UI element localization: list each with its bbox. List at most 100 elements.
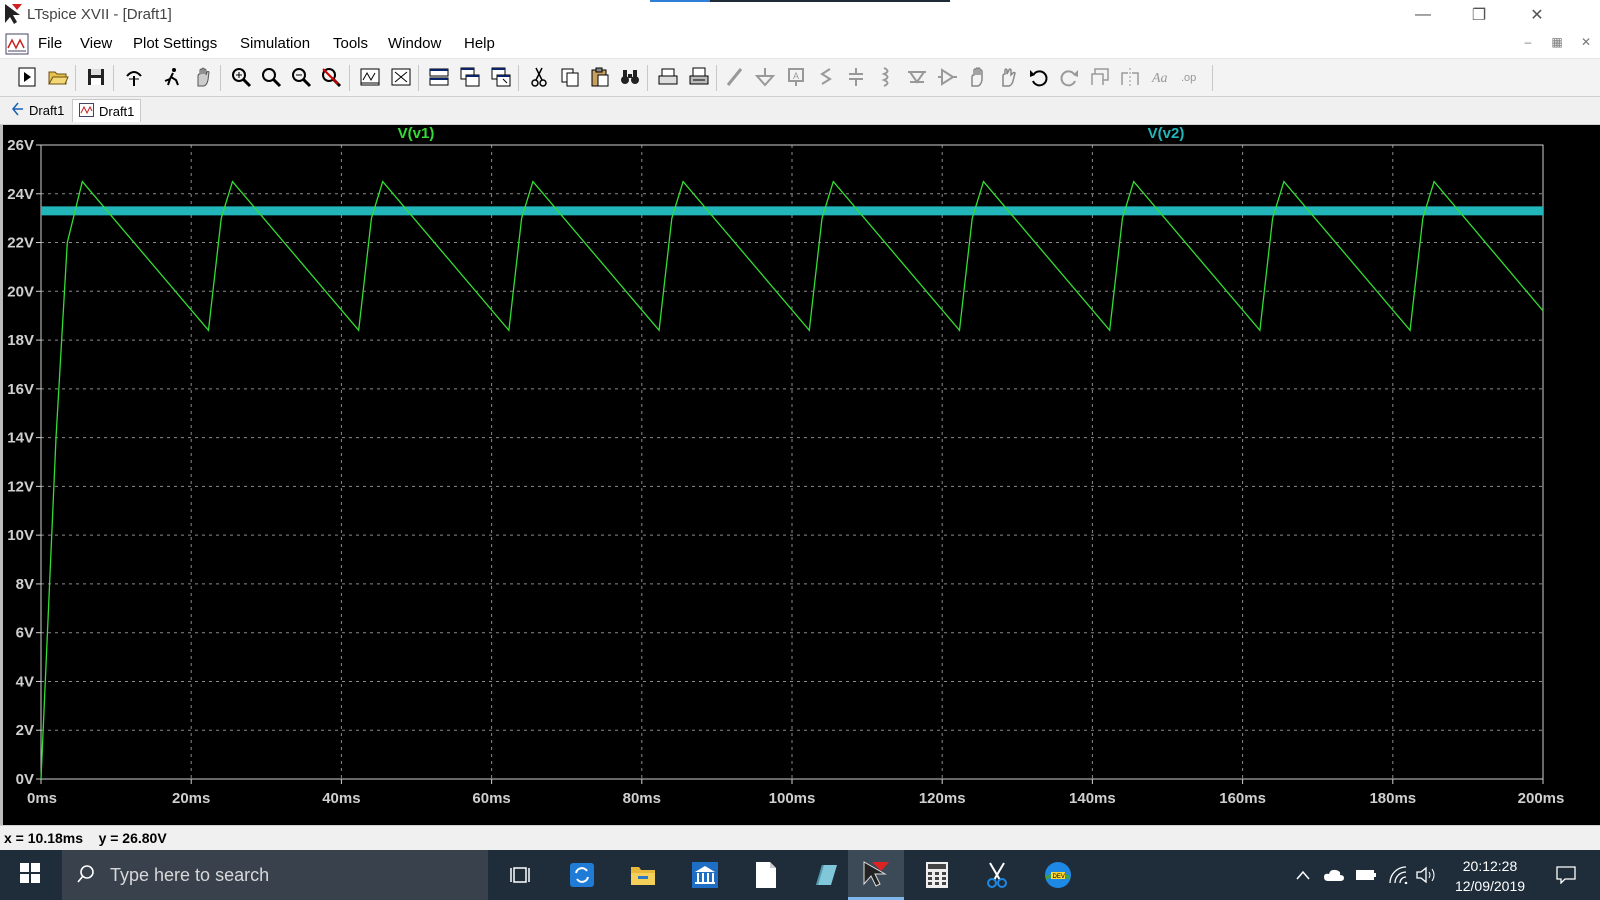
- menu-plot-settings[interactable]: Plot Settings: [133, 35, 217, 52]
- mdi-minimize-icon[interactable]: –: [1520, 35, 1536, 49]
- zoom-out-icon[interactable]: [288, 64, 314, 90]
- x-tick-label: 20ms: [172, 790, 210, 807]
- y-tick-label: 4V: [16, 673, 34, 690]
- tab-waveform[interactable]: Draft1: [72, 99, 142, 122]
- menu-window[interactable]: Window: [388, 35, 441, 52]
- trace-label-v1[interactable]: V(v1): [398, 125, 435, 142]
- tab-schematic[interactable]: Draft1: [4, 99, 70, 121]
- zoom-in-icon[interactable]: [228, 64, 254, 90]
- rotate-icon[interactable]: [1087, 64, 1113, 90]
- y-tick-label: 18V: [7, 332, 34, 349]
- tile-vertical-icon[interactable]: [488, 64, 514, 90]
- y-tick-label: 14V: [7, 430, 34, 447]
- dev-app-icon[interactable]: DEV: [1030, 850, 1086, 900]
- taskbar-clock[interactable]: 20:12:28 12/09/2019: [1440, 856, 1540, 896]
- drag-icon[interactable]: [995, 64, 1021, 90]
- y-tick-label: 6V: [16, 625, 34, 642]
- control-panel-icon[interactable]: [121, 64, 147, 90]
- svg-text:Aa: Aa: [1151, 71, 1168, 86]
- search-placeholder: Type here to search: [110, 865, 270, 885]
- move-icon[interactable]: [965, 64, 991, 90]
- schematic-icon: [10, 102, 24, 119]
- close-icon: ✕: [1530, 7, 1544, 24]
- bank-app-icon[interactable]: [677, 850, 733, 900]
- y-tick-label: 26V: [7, 137, 34, 154]
- ltspice-logo-icon[interactable]: [4, 3, 24, 25]
- minimize-button[interactable]: —: [1400, 0, 1446, 30]
- trace-label-v2[interactable]: V(v2): [1148, 125, 1185, 142]
- mirror-icon[interactable]: [1117, 64, 1143, 90]
- component-icon[interactable]: [934, 64, 960, 90]
- autorange-icon[interactable]: [318, 64, 344, 90]
- capacitor-icon[interactable]: [843, 64, 869, 90]
- add-plot-pane-icon[interactable]: [357, 64, 383, 90]
- ground-icon[interactable]: [752, 64, 778, 90]
- redo-icon[interactable]: [1056, 64, 1082, 90]
- close-button[interactable]: ✕: [1514, 0, 1560, 30]
- title-bar: LTspice XVII - [Draft1] — ❐ ✕: [0, 0, 1600, 30]
- document-window-icon[interactable]: [5, 32, 29, 56]
- x-tick-label: 100ms: [769, 790, 816, 807]
- inductor-icon[interactable]: [873, 64, 899, 90]
- cut-icon[interactable]: [526, 64, 552, 90]
- volume-icon[interactable]: [1412, 850, 1440, 900]
- x-tick-label: 140ms: [1069, 790, 1116, 807]
- snipping-tool-icon[interactable]: [969, 850, 1025, 900]
- file-explorer-icon[interactable]: [615, 850, 671, 900]
- menu-bar: File View Plot Settings Simulation Tools…: [0, 30, 1600, 59]
- waveform-plot-pane[interactable]: 0ms 20ms 40ms 60ms 80ms 100ms 120ms 140ms 160ms 1…: [0, 125, 1600, 825]
- document-app-icon[interactable]: [738, 850, 794, 900]
- wire-icon[interactable]: [722, 64, 748, 90]
- new-schematic-icon[interactable]: [14, 64, 40, 90]
- menu-tools[interactable]: Tools: [333, 35, 368, 52]
- text-icon[interactable]: Aa: [1148, 64, 1174, 90]
- find-icon[interactable]: [617, 64, 643, 90]
- taskbar-search-box[interactable]: Type here to search: [62, 850, 488, 900]
- battery-icon[interactable]: [1352, 850, 1380, 900]
- windows-logo-icon: [20, 862, 40, 888]
- menu-view[interactable]: View: [80, 35, 112, 52]
- diode-icon[interactable]: [904, 64, 930, 90]
- menu-file[interactable]: File: [38, 35, 62, 52]
- ltspice-app-icon[interactable]: [848, 850, 904, 900]
- notebook-app-icon[interactable]: [798, 850, 854, 900]
- open-icon[interactable]: [45, 64, 71, 90]
- menu-simulation[interactable]: Simulation: [240, 35, 310, 52]
- toolbar-separator: [75, 65, 76, 91]
- restore-button[interactable]: ❐: [1456, 0, 1502, 30]
- notifications-icon[interactable]: [1548, 850, 1584, 900]
- halt-icon[interactable]: [190, 64, 216, 90]
- toolbar-separator: [647, 65, 648, 91]
- spice-directive-icon[interactable]: .op: [1178, 64, 1204, 90]
- label-icon[interactable]: A: [783, 64, 809, 90]
- resistor-icon[interactable]: [813, 64, 839, 90]
- cascade-icon[interactable]: [457, 64, 483, 90]
- print-icon[interactable]: [655, 64, 681, 90]
- sync-app-icon[interactable]: [554, 850, 610, 900]
- undo-icon[interactable]: [1026, 64, 1052, 90]
- print-setup-icon[interactable]: [686, 64, 712, 90]
- menu-help[interactable]: Help: [464, 35, 495, 52]
- save-icon[interactable]: [83, 64, 109, 90]
- start-button[interactable]: [2, 850, 58, 900]
- mdi-close-icon[interactable]: ✕: [1578, 35, 1594, 49]
- run-icon[interactable]: [159, 64, 185, 90]
- wifi-icon[interactable]: [1384, 850, 1412, 900]
- tile-horizontal-icon[interactable]: [426, 64, 452, 90]
- toolbar-separator: [349, 65, 350, 91]
- zoom-full-icon[interactable]: [258, 64, 284, 90]
- show-hidden-icons-icon[interactable]: [1292, 850, 1314, 900]
- toolbar-separator: [220, 65, 221, 91]
- delete-plot-pane-icon[interactable]: [388, 64, 414, 90]
- task-view-icon[interactable]: [492, 850, 548, 900]
- paste-icon[interactable]: [587, 64, 613, 90]
- copy-icon[interactable]: [557, 64, 583, 90]
- waveform-chart[interactable]: 0ms 20ms 40ms 60ms 80ms 100ms 120ms 140ms 160ms 1…: [3, 125, 1600, 825]
- y-tick-label: 20V: [7, 283, 34, 300]
- y-tick-label: 22V: [7, 235, 34, 252]
- tab-label: Draft1: [29, 102, 65, 118]
- cloud-icon[interactable]: [1320, 850, 1348, 900]
- tab-label: Draft1: [99, 103, 135, 119]
- calculator-app-icon[interactable]: [909, 850, 965, 900]
- mdi-restore-icon[interactable]: ▦: [1549, 35, 1565, 49]
